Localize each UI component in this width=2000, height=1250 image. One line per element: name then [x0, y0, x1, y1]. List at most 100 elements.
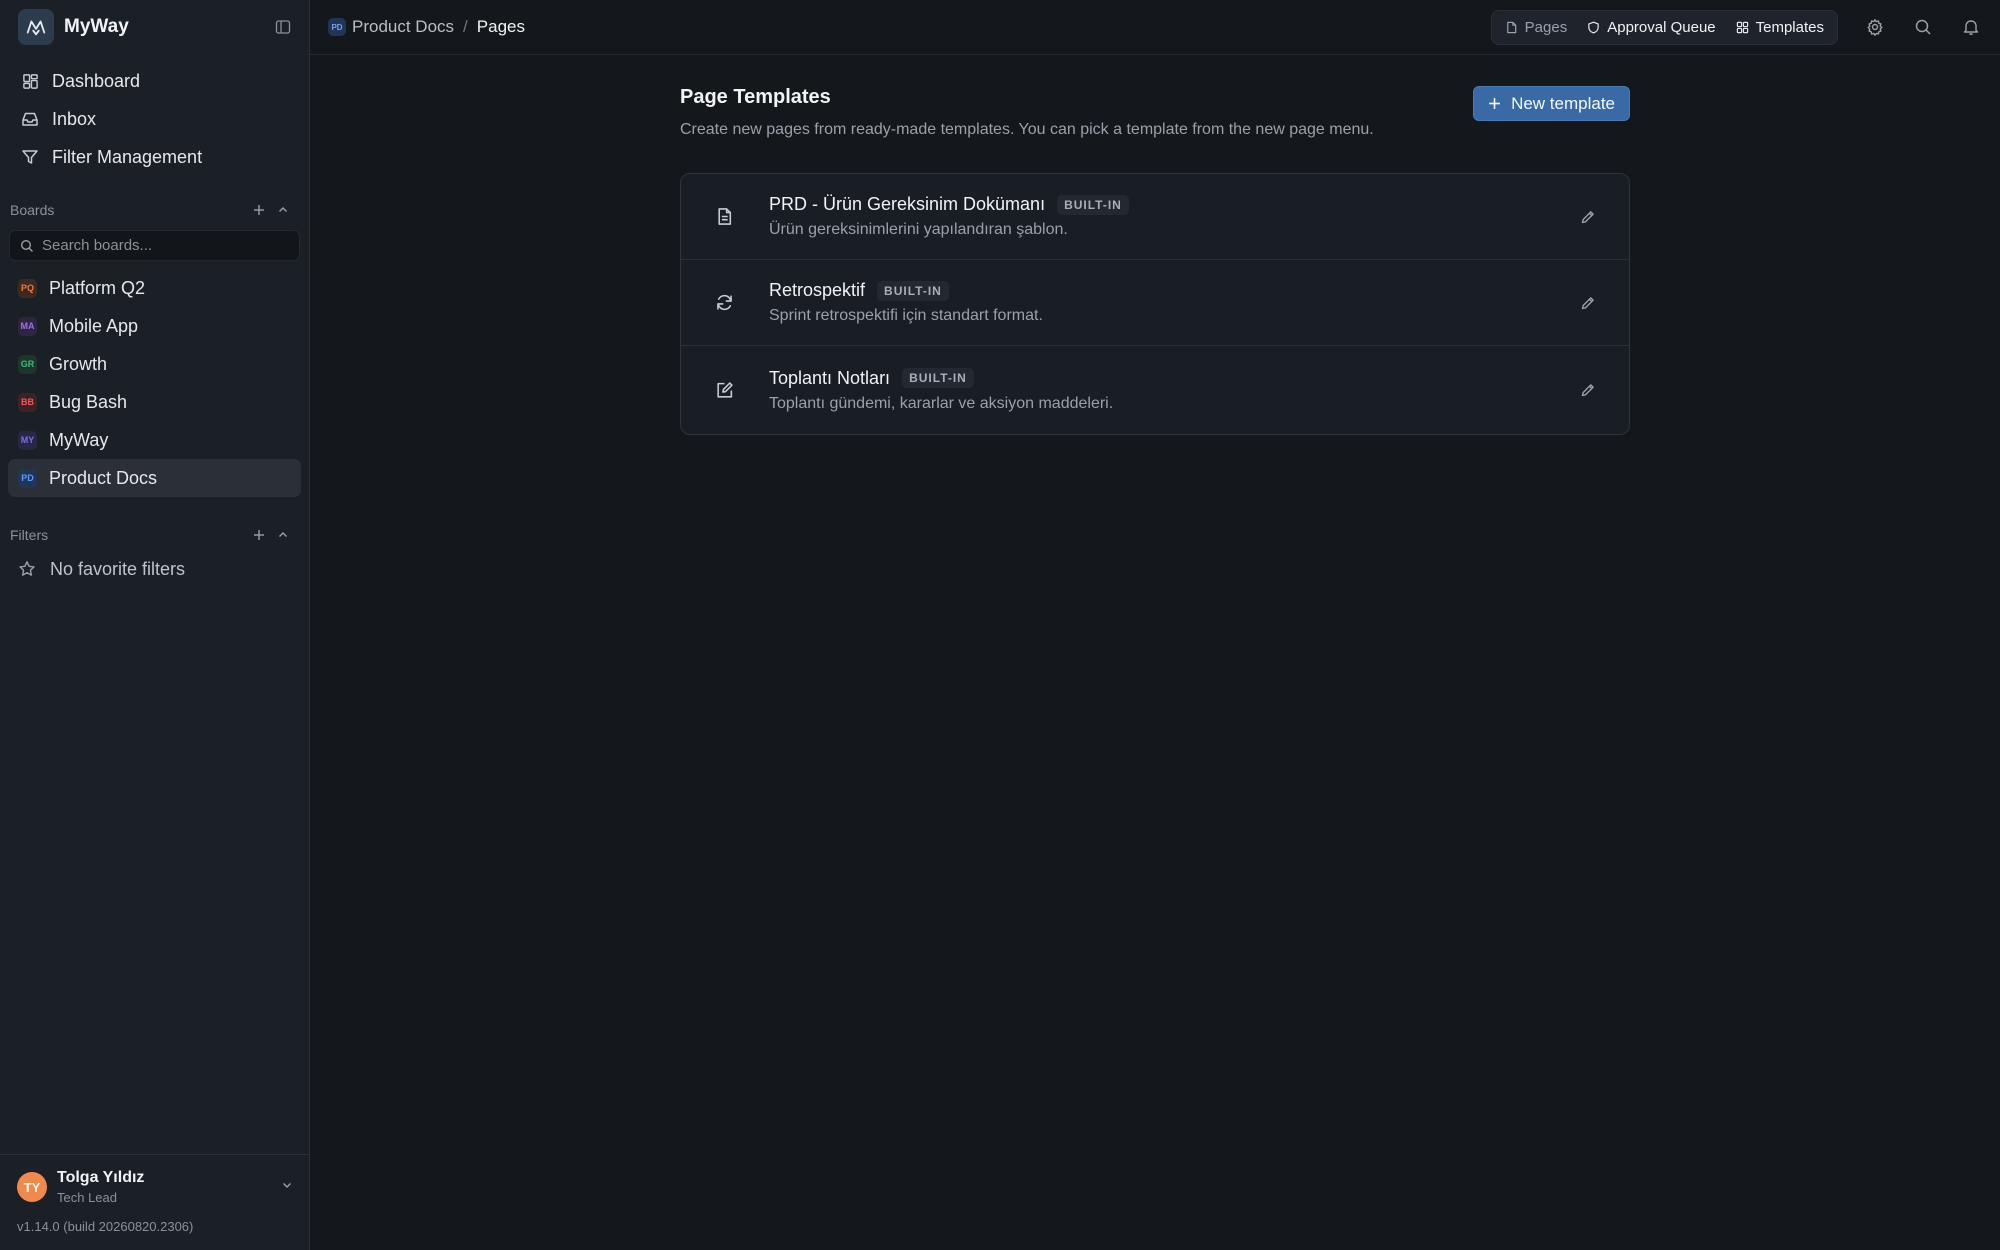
template-row[interactable]: PRD - Ürün Gereksinim Dokümanı BUILT-IN …	[681, 174, 1629, 260]
breadcrumb: PD Product Docs / Pages	[328, 17, 1491, 37]
boards-list: PQ Platform Q2 MA Mobile App GR Growth BB Bug B…	[0, 265, 309, 501]
brand-header: MyWay	[0, 0, 309, 54]
pencil-icon[interactable]	[1577, 206, 1599, 228]
filter-icon	[20, 147, 40, 167]
board-label: Product Docs	[49, 467, 158, 488]
board-search-input[interactable]	[42, 237, 289, 254]
filters-section-header: Filters	[0, 521, 309, 549]
document-icon	[713, 206, 735, 228]
refresh-icon	[713, 292, 735, 314]
template-description: Ürün gereksinimlerini yapılandıran şablo…	[769, 221, 1068, 238]
topbar: PD Product Docs / Pages Pages Approval Q…	[310, 0, 2000, 55]
board-item-mobile-app[interactable]: MA Mobile App	[8, 307, 301, 345]
board-badge: MY	[18, 430, 37, 450]
app-name: MyWay	[64, 16, 129, 37]
tab-label: Templates	[1755, 18, 1824, 36]
collapse-boards-icon[interactable]	[275, 202, 291, 218]
board-label: Mobile App	[49, 315, 139, 336]
template-title-line: Retrospektif BUILT-IN	[769, 280, 1577, 301]
edit-note-icon	[713, 379, 735, 401]
nav-item-dashboard[interactable]: Dashboard	[10, 62, 299, 100]
tab-label: Pages	[1524, 18, 1568, 36]
user-block: TY Tolga Yıldız Tech Lead v1.14.0 (build…	[0, 1154, 309, 1250]
built-in-badge: BUILT-IN	[877, 280, 949, 301]
app-version: v1.14.0 (build 20260820.2306)	[17, 1219, 194, 1234]
page-title: Page Templates	[680, 86, 831, 108]
chevron-down-icon[interactable]	[281, 1178, 293, 1196]
nav-item-inbox[interactable]: Inbox	[10, 100, 299, 138]
filters-empty-label: No favorite filters	[50, 558, 186, 579]
template-name: PRD - Ürün Gereksinim Dokümanı	[769, 194, 1046, 214]
template-name: Toplantı Notları	[769, 367, 891, 388]
breadcrumb-separator: /	[463, 17, 468, 36]
user-menu[interactable]: TY Tolga Yıldız Tech Lead	[17, 1169, 293, 1205]
user-info: Tolga Yıldız Tech Lead	[57, 1169, 281, 1205]
board-badge: PQ	[18, 278, 37, 298]
built-in-badge: BUILT-IN	[902, 368, 974, 388]
tab-label: Approval Queue	[1607, 18, 1716, 36]
inbox-icon	[20, 109, 40, 129]
gear-icon[interactable]	[1864, 16, 1886, 38]
template-row[interactable]: Retrospektif BUILT-IN Sprint retrospekti…	[681, 260, 1629, 346]
search-icon[interactable]	[1912, 16, 1934, 38]
template-text: Retrospektif BUILT-IN Sprint retrospekti…	[769, 280, 1577, 325]
nav-item-label: Inbox	[52, 108, 97, 129]
breadcrumb-current: Pages	[476, 17, 525, 36]
board-item-platform-q2[interactable]: PQ Platform Q2	[8, 269, 301, 307]
boards-section-title: Boards	[10, 202, 55, 218]
board-search	[9, 230, 300, 261]
sidebar-toggle-icon[interactable]	[273, 17, 293, 37]
pencil-icon[interactable]	[1577, 379, 1599, 401]
board-badge: BB	[18, 392, 37, 412]
template-description: Sprint retrospektifi için standart forma…	[769, 307, 1043, 324]
built-in-badge: BUILT-IN	[1057, 194, 1129, 215]
plus-icon	[1488, 97, 1502, 111]
board-label: Bug Bash	[49, 391, 128, 412]
user-name: Tolga Yıldız	[57, 1169, 145, 1186]
app-logo-icon[interactable]	[18, 9, 54, 45]
templates-page: Page Templates Create new pages from rea…	[680, 86, 1630, 435]
app-root: MyWay Dashboard Inbox Filter Management …	[0, 0, 2000, 1250]
bell-icon[interactable]	[1960, 16, 1982, 38]
page-header: Page Templates Create new pages from rea…	[680, 86, 1630, 139]
dashboard-icon	[20, 71, 40, 91]
board-label: MyWay	[49, 429, 109, 450]
page-tabs: Pages Approval Queue Templates	[1490, 9, 1838, 45]
template-text: Toplantı Notları BUILT-IN Toplantı günde…	[769, 368, 1577, 413]
document-icon	[1505, 20, 1519, 34]
page-heading: Page Templates Create new pages from rea…	[680, 86, 1374, 139]
template-title-line: PRD - Ürün Gereksinim Dokümanı BUILT-IN	[769, 194, 1577, 215]
filters-section-title: Filters	[10, 527, 49, 543]
board-item-growth[interactable]: GR Growth	[8, 345, 301, 383]
tab-approval-queue[interactable]: Approval Queue	[1577, 13, 1725, 42]
user-role: Tech Lead	[57, 1190, 117, 1205]
template-text: PRD - Ürün Gereksinim Dokümanı BUILT-IN …	[769, 194, 1577, 239]
pencil-icon[interactable]	[1577, 292, 1599, 314]
filters-empty-state: No favorite filters	[0, 549, 309, 589]
avatar: TY	[17, 1172, 47, 1202]
tab-pages[interactable]: Pages	[1495, 13, 1578, 42]
board-item-myway[interactable]: MY MyWay	[8, 421, 301, 459]
new-template-label: New template	[1511, 93, 1615, 113]
template-row[interactable]: Toplantı Notları BUILT-IN Toplantı günde…	[681, 346, 1629, 434]
collapse-filters-icon[interactable]	[275, 527, 291, 543]
sidebar: MyWay Dashboard Inbox Filter Management …	[0, 0, 310, 1250]
nav-item-label: Filter Management	[52, 146, 203, 167]
tab-templates[interactable]: Templates	[1726, 13, 1834, 42]
main-area: PD Product Docs / Pages Pages Approval Q…	[310, 0, 2000, 1250]
board-item-bug-bash[interactable]: BB Bug Bash	[8, 383, 301, 421]
new-template-button[interactable]: New template	[1473, 86, 1630, 121]
breadcrumb-parent[interactable]: Product Docs	[352, 17, 454, 37]
board-badge: PD	[18, 468, 37, 488]
search-icon	[20, 239, 34, 253]
templates-list: PRD - Ürün Gereksinim Dokümanı BUILT-IN …	[680, 173, 1630, 435]
template-title-line: Toplantı Notları BUILT-IN	[769, 368, 1577, 389]
grid-icon	[1736, 20, 1750, 34]
main-nav: Dashboard Inbox Filter Management	[0, 54, 309, 176]
project-badge: PD	[328, 18, 346, 36]
shield-icon	[1587, 20, 1601, 34]
nav-item-filter-management[interactable]: Filter Management	[10, 138, 299, 176]
add-board-icon[interactable]	[251, 202, 267, 218]
board-item-product-docs[interactable]: PD Product Docs	[8, 459, 301, 497]
add-filter-icon[interactable]	[251, 527, 267, 543]
